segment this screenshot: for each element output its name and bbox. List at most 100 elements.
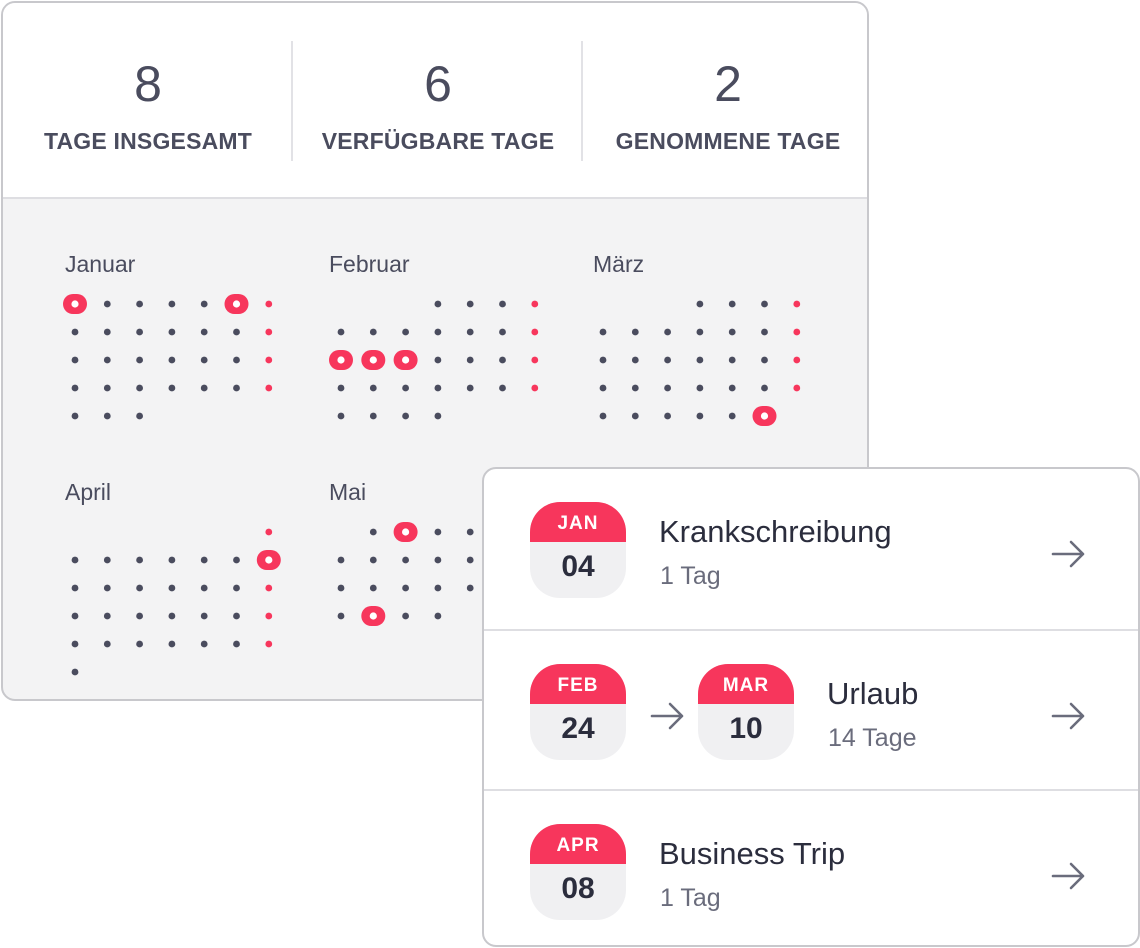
day-dot	[599, 384, 607, 392]
day-dot	[728, 412, 736, 420]
day-dot	[200, 300, 208, 308]
absence-row-business-trip[interactable]: APR 08 Business Trip 1 Tag	[484, 789, 1138, 945]
day-dot	[233, 640, 240, 648]
absence-row-krankschreibung[interactable]: JAN 04 Krankschreibung 1 Tag	[484, 469, 1138, 629]
absence-duration: 1 Tag	[660, 562, 721, 590]
day-dot	[466, 556, 474, 564]
absence-row-urlaub[interactable]: FEB 24 MAR 10 Urlaub 14 Tage	[484, 629, 1138, 791]
day-dot	[434, 556, 442, 564]
weekend-day-dot	[793, 328, 801, 336]
marked-day-center	[232, 300, 241, 308]
day-dot	[466, 384, 474, 392]
day-dot	[168, 328, 176, 336]
day-dot	[103, 412, 111, 420]
day-dot	[71, 328, 79, 336]
date-badge-start: APR 08	[530, 824, 626, 920]
day-dot	[136, 612, 144, 620]
day-dot	[103, 640, 111, 648]
day-dot	[631, 356, 639, 364]
date-badge-month: APR	[530, 824, 626, 864]
day-dot	[337, 412, 345, 420]
day-dot	[71, 584, 79, 592]
absence-title: Urlaub	[827, 676, 919, 711]
date-badge-start: JAN 04	[530, 502, 626, 598]
day-dot	[369, 412, 377, 420]
day-dot	[728, 328, 736, 336]
day-dot	[200, 328, 208, 336]
day-dot	[631, 412, 639, 420]
day-dot	[761, 384, 768, 392]
day-dot	[369, 584, 377, 592]
marked-day-center	[265, 556, 273, 564]
day-dot	[761, 328, 768, 336]
day-dot	[499, 384, 506, 392]
weekend-day-dot	[265, 584, 273, 592]
day-dot	[233, 556, 240, 564]
day-dot	[337, 612, 345, 620]
day-dot	[434, 328, 442, 336]
absence-duration: 1 Tag	[660, 884, 721, 912]
day-dot	[233, 384, 240, 392]
day-dot	[136, 384, 144, 392]
day-dot	[168, 584, 176, 592]
day-dot	[402, 384, 409, 392]
absence-list-card: JAN 04 Krankschreibung 1 Tag FEB 24 MAR …	[482, 467, 1140, 947]
day-dot	[728, 384, 736, 392]
day-dot	[466, 356, 474, 364]
date-badge-end: MAR 10	[698, 664, 794, 760]
day-dot	[466, 584, 474, 592]
day-dot	[466, 328, 474, 336]
marked-day-center	[402, 528, 410, 536]
day-dot	[103, 300, 111, 308]
day-dot	[599, 356, 607, 364]
day-dot	[136, 300, 144, 308]
day-dot	[233, 584, 240, 592]
marked-day-center	[71, 300, 79, 308]
day-dot	[434, 528, 442, 536]
day-dot	[233, 328, 240, 336]
day-dot	[696, 356, 704, 364]
date-badge-month: FEB	[530, 664, 626, 704]
day-dot	[337, 584, 345, 592]
weekend-day-dot	[265, 356, 273, 364]
day-dot	[103, 356, 111, 364]
day-dot	[103, 556, 111, 564]
day-dot	[103, 584, 111, 592]
day-dot	[631, 328, 639, 336]
weekend-day-dot	[265, 612, 273, 620]
weekend-day-dot	[265, 300, 273, 308]
day-dot	[696, 328, 704, 336]
day-dot	[631, 384, 639, 392]
arrow-right-icon[interactable]	[1051, 701, 1087, 731]
arrow-right-icon[interactable]	[1051, 539, 1087, 569]
day-dot	[337, 556, 345, 564]
day-dot	[728, 300, 736, 308]
day-dot	[200, 584, 208, 592]
day-dot	[599, 328, 607, 336]
day-dot	[369, 528, 377, 536]
day-dot	[499, 300, 506, 308]
day-dot	[71, 384, 79, 392]
marked-day-center	[402, 356, 410, 364]
day-dot	[434, 356, 442, 364]
day-dot	[71, 356, 79, 364]
date-badge-day: 08	[561, 872, 595, 905]
day-dot	[402, 584, 409, 592]
marked-day-center	[760, 412, 769, 420]
weekend-day-dot	[793, 356, 801, 364]
day-dot	[71, 668, 79, 676]
day-dot	[434, 412, 442, 420]
day-dot	[168, 640, 176, 648]
day-dot	[71, 640, 79, 648]
day-dot	[168, 556, 176, 564]
date-badge-month: MAR	[698, 664, 794, 704]
range-arrow-right-icon	[650, 702, 684, 730]
arrow-right-icon[interactable]	[1051, 861, 1087, 891]
day-dot	[402, 612, 409, 620]
day-dot	[71, 556, 79, 564]
day-dot	[136, 556, 144, 564]
day-dot	[136, 584, 144, 592]
day-dot	[337, 384, 345, 392]
day-dot	[499, 356, 506, 364]
day-dot	[664, 384, 671, 392]
